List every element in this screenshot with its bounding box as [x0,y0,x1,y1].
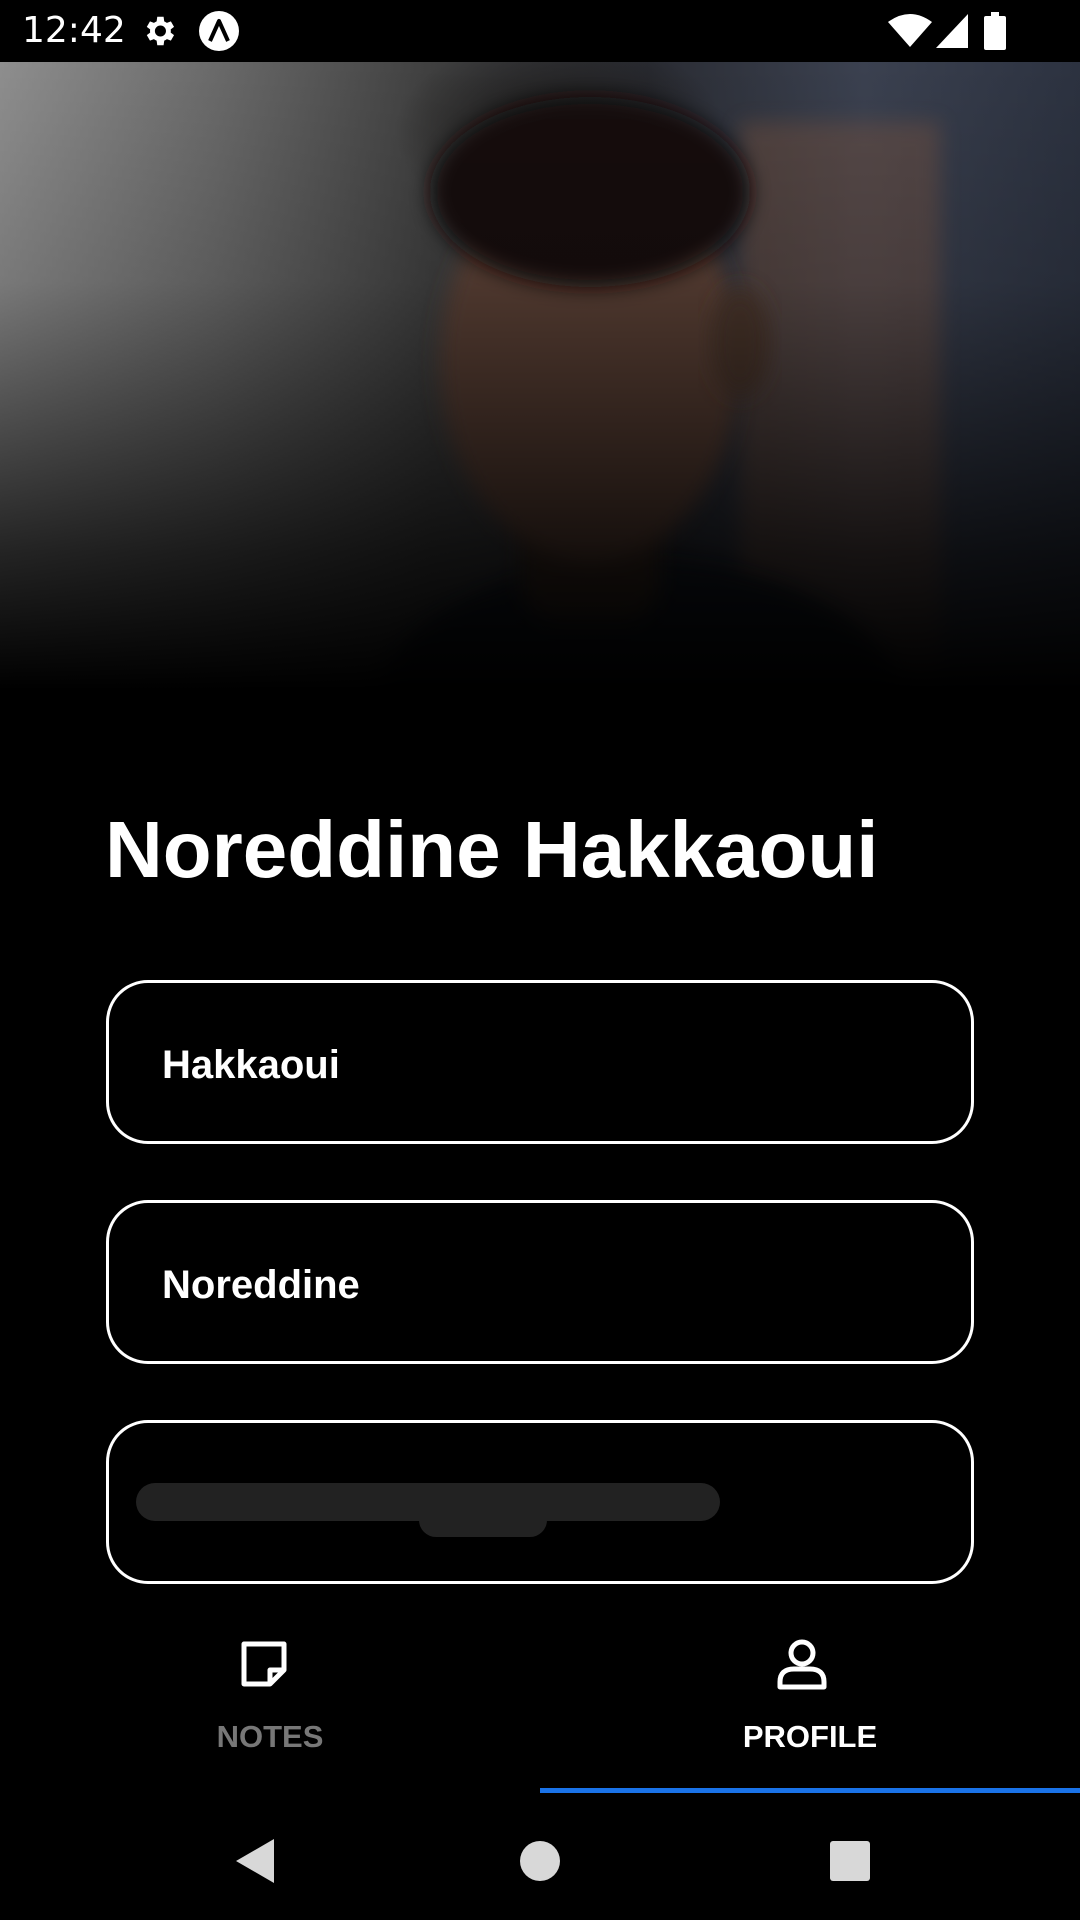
wifi-icon [888,14,932,47]
gear-icon [146,16,175,46]
last-name-field[interactable]: Hakkaoui [106,980,974,1144]
last-name-value: Hakkaoui [162,1043,340,1087]
tab-notes[interactable]: NOTES [0,1600,540,1800]
app-notification-icon [199,11,239,51]
active-tab-indicator [540,1788,1080,1793]
first-name-field[interactable]: Noreddine [106,1200,974,1364]
bottom-tab-bar: NOTES PROFILE [0,1600,1080,1800]
first-name-value: Noreddine [162,1263,360,1307]
profile-photo [0,62,1080,690]
profile-name: Noreddine Hakkaoui [105,805,879,894]
system-nav-bar [0,1800,1080,1920]
person-icon [777,1639,827,1690]
battery-icon [984,12,1006,50]
photo-gradient-overlay [0,62,1080,690]
tab-profile-label: PROFILE [742,1719,878,1754]
loading-placeholder-nub [419,1503,547,1537]
status-bar: 12:42 [0,0,1080,62]
recents-icon[interactable] [822,1833,878,1889]
note-icon [241,1641,287,1687]
home-icon[interactable] [512,1833,568,1889]
tab-profile[interactable]: PROFILE [540,1600,1080,1800]
back-icon[interactable] [228,1833,284,1889]
email-field[interactable] [106,1420,974,1584]
tab-notes-label: NOTES [216,1719,324,1754]
status-time: 12:42 [22,10,126,51]
cellular-signal-icon [936,14,968,48]
